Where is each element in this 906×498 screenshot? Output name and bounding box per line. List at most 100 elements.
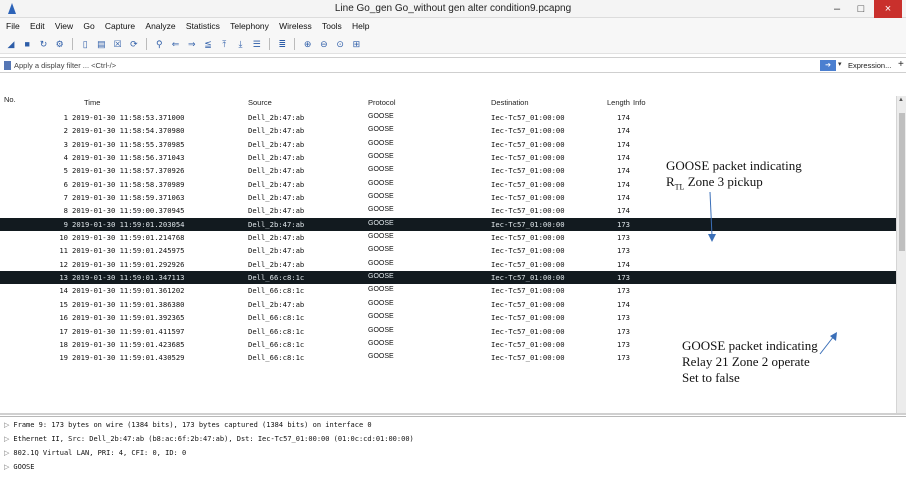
close-button[interactable]: ×	[874, 0, 902, 18]
detail-vlan[interactable]: ▷ 802.1Q Virtual LAN, PRI: 4, CFI: 0, ID:…	[4, 449, 186, 457]
save-icon[interactable]: ▤	[95, 38, 107, 50]
packet-row[interactable]: 1 2019-01-30 11:58:53.371000 Dell_2b:47:ab…	[0, 111, 896, 124]
packet-row[interactable]: 10 2019-01-30 11:59:01.214768 Dell_2b:47:a…	[0, 231, 896, 244]
expand-arrow-icon[interactable]: ▷	[4, 449, 9, 457]
normal-size-icon[interactable]: ⊙	[334, 38, 346, 50]
packet-destination-cell: Iec-Tc57_01:00:00	[491, 153, 565, 163]
packet-row[interactable]: 2 2019-01-30 11:58:54.370980 Dell_2b:47:ab…	[0, 124, 896, 137]
packet-length-cell: 174	[617, 113, 630, 122]
menu-capture[interactable]: Capture	[105, 18, 135, 34]
go-forward-icon[interactable]: ⇒	[186, 38, 198, 50]
detail-frame[interactable]: ▷ Frame 9: 173 bytes on wire (1384 bits),…	[4, 421, 372, 429]
detail-goose[interactable]: ▷ GOOSE	[4, 463, 34, 471]
packet-length-cell: 173	[617, 339, 630, 349]
packet-row[interactable]: 14 2019-01-30 11:59:01.361202 Dell_66:c8:1…	[0, 284, 896, 297]
packet-no-cell: 1	[63, 113, 68, 122]
packet-list-scrollbar[interactable]: ▲	[896, 96, 906, 414]
bookmark-icon[interactable]	[4, 61, 11, 70]
scroll-up-icon[interactable]: ▲	[898, 97, 904, 103]
packet-row[interactable]: 16 2019-01-30 11:59:01.392365 Dell_66:c8:1…	[0, 311, 896, 324]
zoom-out-icon[interactable]: ⊖	[318, 38, 330, 50]
autoscroll-icon[interactable]: ☰	[251, 38, 263, 50]
options-gear-icon[interactable]: ⚙	[54, 38, 66, 50]
column-header-info[interactable]: Info	[633, 98, 646, 107]
annotation-top-arrow-icon	[708, 191, 716, 242]
restart-icon[interactable]: ↻	[37, 38, 49, 50]
add-filter-button[interactable]: +	[898, 59, 904, 70]
packet-length-cell: 174	[617, 153, 630, 163]
display-filter-input[interactable]: Apply a display filter ... <Ctrl-/>	[14, 61, 116, 70]
packet-no-cell: 3	[63, 139, 68, 149]
find-icon[interactable]: ⚲	[153, 38, 165, 50]
menu-go[interactable]: Go	[83, 18, 94, 34]
shark-fin-icon[interactable]: ◢	[5, 38, 17, 50]
filter-dropdown-icon[interactable]: ▾	[838, 60, 842, 68]
column-header-protocol[interactable]: Protocol	[368, 98, 396, 107]
packet-source-cell: Dell_2b:47:ab	[248, 299, 305, 309]
menu-telephony[interactable]: Telephony	[230, 18, 269, 34]
packet-row[interactable]: 8 2019-01-30 11:59:00.370945 Dell_2b:47:ab…	[0, 204, 896, 217]
last-packet-icon[interactable]: ⤓	[235, 38, 247, 50]
zoom-in-icon[interactable]: ⊕	[302, 38, 314, 50]
go-to-packet-icon[interactable]: ≦	[202, 38, 214, 50]
packet-length-cell: 174	[617, 259, 630, 269]
packet-no-cell: 5	[63, 166, 68, 176]
open-file-icon[interactable]: ▯	[79, 38, 91, 50]
window-title: Line Go_gen Go_without gen alter conditi…	[334, 3, 572, 14]
packet-protocol-cell: GOOSE	[368, 339, 394, 347]
reload-icon[interactable]: ⟳	[128, 38, 140, 50]
annotation-bottom: GOOSE packet indicating Relay 21 Zone 2 …	[682, 338, 818, 386]
detail-ethernet[interactable]: ▷ Ethernet II, Src: Dell_2b:47:ab (b8:ac:…	[4, 435, 414, 443]
menu-help[interactable]: Help	[352, 18, 369, 34]
packet-row[interactable]: 17 2019-01-30 11:59:01.411597 Dell_66:c8:1…	[0, 325, 896, 338]
menu-file[interactable]: File	[6, 18, 20, 34]
menu-analyze[interactable]: Analyze	[145, 18, 175, 34]
go-back-icon[interactable]: ⇐	[170, 38, 182, 50]
packet-protocol-cell: GOOSE	[368, 246, 394, 254]
column-header-source[interactable]: Source	[248, 98, 272, 107]
maximize-button[interactable]: □	[850, 0, 872, 18]
packet-source-cell: Dell_2b:47:ab	[248, 206, 305, 216]
stop-icon[interactable]: ■	[21, 38, 33, 50]
menu-tools[interactable]: Tools	[322, 18, 342, 34]
packet-row[interactable]: 3 2019-01-30 11:58:55.370985 Dell_2b:47:ab…	[0, 138, 896, 151]
menu-statistics[interactable]: Statistics	[186, 18, 220, 34]
expand-arrow-icon[interactable]: ▷	[4, 421, 9, 429]
packet-length-cell: 174	[617, 193, 630, 203]
packet-row[interactable]: 13 2019-01-30 11:59:01.347113 Dell_66:c8:1…	[0, 271, 896, 285]
packet-row[interactable]: 11 2019-01-30 11:59:01.245975 Dell_2b:47:a…	[0, 244, 896, 257]
packet-source-cell: Dell_2b:47:ab	[248, 179, 305, 189]
colorize-icon[interactable]: ≣	[276, 38, 288, 50]
packet-length-cell: 173	[617, 353, 630, 363]
column-header-length[interactable]: Length	[607, 98, 630, 107]
packet-destination-cell: Iec-Tc57_01:00:00	[491, 206, 565, 216]
column-header-destination[interactable]: Destination	[491, 98, 529, 107]
packet-list-header: No. Time Source Protocol Destination Len…	[0, 95, 906, 110]
toolbar-separator	[71, 38, 73, 50]
packet-row[interactable]: 12 2019-01-30 11:59:01.292926 Dell_2b:47:a…	[0, 258, 896, 271]
expand-arrow-icon[interactable]: ▷	[4, 463, 9, 471]
toolbar-separator	[146, 38, 148, 50]
close-file-icon[interactable]: ☒	[112, 38, 124, 50]
packet-protocol-cell: GOOSE	[368, 126, 394, 134]
expand-arrow-icon[interactable]: ▷	[4, 435, 9, 443]
packet-length-cell: 174	[617, 166, 630, 176]
menu-wireless[interactable]: Wireless	[279, 18, 312, 34]
menu-view[interactable]: View	[55, 18, 73, 34]
packet-time-cell: 2019-01-30 11:59:01.214768	[72, 233, 185, 243]
menu-edit[interactable]: Edit	[30, 18, 45, 34]
apply-filter-arrow-icon[interactable]: ➔	[820, 60, 836, 71]
packet-row[interactable]: 15 2019-01-30 11:59:01.386380 Dell_2b:47:a…	[0, 298, 896, 311]
pane-divider[interactable]	[0, 413, 906, 415]
scrollbar-thumb[interactable]	[899, 113, 905, 251]
first-packet-icon[interactable]: ⤒	[218, 38, 230, 50]
column-header-time[interactable]: Time	[84, 98, 100, 107]
resize-columns-icon[interactable]: ⊞	[350, 38, 362, 50]
column-header-no[interactable]: No.	[4, 95, 16, 104]
packet-time-cell: 2019-01-30 11:59:01.430529	[72, 353, 185, 363]
packet-no-cell: 19	[59, 353, 68, 363]
packet-row[interactable]: 9 2019-01-30 11:59:01.203054 Dell_2b:47:ab…	[0, 217, 896, 232]
expression-button[interactable]: Expression...	[848, 61, 891, 70]
minimize-button[interactable]: –	[826, 0, 848, 18]
packet-time-cell: 2019-01-30 11:59:01.347113	[72, 273, 185, 283]
